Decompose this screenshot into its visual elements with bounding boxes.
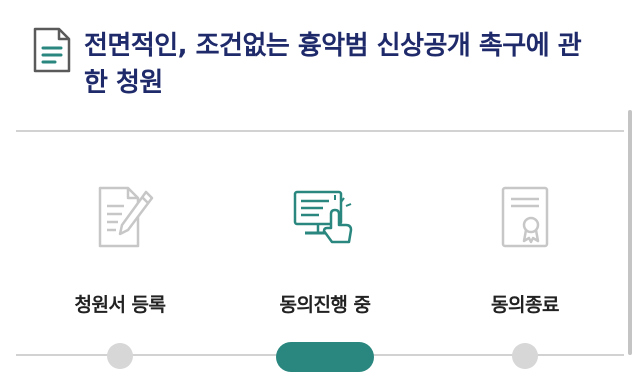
step-register: 청원서 등록 bbox=[20, 184, 220, 324]
step-indicator-current bbox=[276, 342, 374, 372]
step-dot-closed bbox=[512, 343, 538, 369]
document-pen-icon bbox=[98, 186, 154, 248]
step-label: 동의종료 bbox=[491, 294, 559, 316]
step-closed: 동의종료 bbox=[425, 184, 625, 324]
step-in-progress: 동의진행 중 bbox=[225, 184, 425, 324]
monitor-hand-icon bbox=[293, 190, 353, 244]
document-icon bbox=[33, 27, 71, 73]
step-dot-register bbox=[107, 343, 133, 369]
header-divider bbox=[16, 130, 624, 132]
certificate-icon bbox=[501, 186, 549, 248]
petition-header: 전면적인, 조건없는 흉악범 신상공개 촉구에 관한 청원 bbox=[32, 26, 612, 106]
scrollbar[interactable] bbox=[628, 110, 632, 355]
step-label: 청원서 등록 bbox=[74, 294, 166, 316]
step-label: 동의진행 중 bbox=[279, 294, 371, 316]
page-title: 전면적인, 조건없는 흉악범 신상공개 촉구에 관한 청원 bbox=[84, 31, 582, 98]
